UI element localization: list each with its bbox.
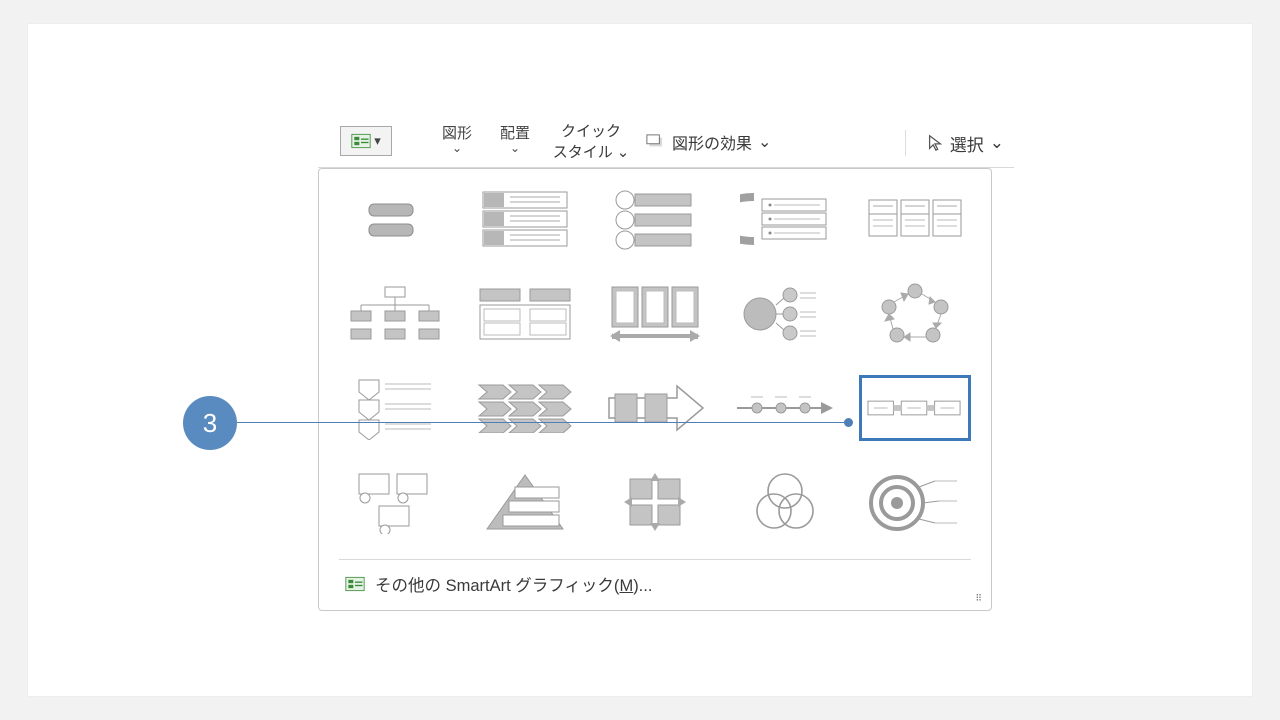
ribbon-shape-effects[interactable]: 図形の効果 ⌄ <box>646 130 771 154</box>
smartart-option-matrix[interactable] <box>599 469 711 535</box>
slide-canvas: 3 ▾ 図形 ⌄ 配置 ⌄ クイック スタイル ⌄ <box>28 24 1252 696</box>
chevron-down-icon: ⌄ <box>990 133 1004 153</box>
smartart-option-continuous-block-process[interactable] <box>859 375 971 441</box>
chevron-down-icon: ⌄ <box>617 143 630 161</box>
smartart-dropdown-button[interactable]: ▾ <box>340 126 392 156</box>
ribbon-shapes-label: 図形 <box>442 122 472 143</box>
cursor-icon <box>926 134 944 152</box>
smartart-icon <box>351 133 371 149</box>
ribbon-shape-effects-label: 図形の効果 <box>672 130 752 154</box>
smartart-option-basic-process[interactable] <box>599 375 711 441</box>
smartart-more-option[interactable]: その他の SmartArt グラフィック(M)... <box>339 559 971 610</box>
callout-leader-dot <box>844 418 853 427</box>
smartart-more-label: その他の SmartArt グラフィック(M)... <box>375 572 652 596</box>
ribbon-select-label: 選択 <box>950 131 984 156</box>
smartart-option-vertical-bullet-list[interactable] <box>599 187 711 253</box>
ribbon-quickstyle-group[interactable]: クイック スタイル ⌄ <box>546 120 636 162</box>
callout-leader-line <box>237 422 849 423</box>
smartart-option-radial-list[interactable] <box>729 281 841 347</box>
chevron-down-icon: ⌄ <box>758 132 771 152</box>
smartart-gallery: その他の SmartArt グラフィック(M)... ⠿ <box>318 168 992 611</box>
smartart-option-step-down-process[interactable] <box>339 375 451 441</box>
smartart-option-horizontal-picture-list[interactable] <box>859 187 971 253</box>
smartart-option-venn[interactable] <box>729 469 841 535</box>
smartart-option-vertical-process[interactable] <box>599 281 711 347</box>
resize-grip-icon[interactable]: ⠿ <box>975 593 983 604</box>
chevron-down-icon: ▾ <box>374 133 381 149</box>
smartart-option-cycle[interactable] <box>859 281 971 347</box>
smartart-option-picture-org-chart[interactable] <box>339 469 451 535</box>
shape-effect-icon <box>646 134 666 150</box>
chevron-down-icon: ⌄ <box>510 141 520 155</box>
callout-step-badge: 3 <box>183 396 237 450</box>
smartart-option-vertical-box-list[interactable] <box>469 187 581 253</box>
ribbon-arrange-group[interactable]: 配置 ⌄ <box>488 120 542 155</box>
smartart-option-arrow-ribbon[interactable] <box>469 375 581 441</box>
ribbon-row: ▾ 図形 ⌄ 配置 ⌄ クイック スタイル ⌄ 図形の効果 ⌄ <box>318 120 1014 168</box>
ribbon-shapes-group[interactable]: 図形 ⌄ <box>430 120 484 155</box>
smartart-grid <box>339 187 971 555</box>
ribbon-arrange-label: 配置 <box>500 122 530 143</box>
callout-number: 3 <box>203 408 217 439</box>
ribbon-select[interactable]: 選択 ⌄ <box>905 130 1004 156</box>
smartart-option-grouped-list[interactable] <box>469 281 581 347</box>
ribbon-quick-label-bottom: スタイル <box>553 141 613 162</box>
smartart-option-accent-process[interactable] <box>729 375 841 441</box>
smartart-option-target-list[interactable] <box>859 469 971 535</box>
smartart-option-hierarchy[interactable] <box>339 281 451 347</box>
office-ui-screenshot: ▾ 図形 ⌄ 配置 ⌄ クイック スタイル ⌄ 図形の効果 ⌄ <box>318 120 1014 611</box>
smartart-option-basic-block-list[interactable] <box>339 187 451 253</box>
ribbon-quick-label-top: クイック <box>561 120 621 141</box>
smartart-option-table-list[interactable] <box>729 187 841 253</box>
smartart-icon <box>345 576 365 592</box>
smartart-option-pyramid-list[interactable] <box>469 469 581 535</box>
chevron-down-icon: ⌄ <box>452 141 462 155</box>
